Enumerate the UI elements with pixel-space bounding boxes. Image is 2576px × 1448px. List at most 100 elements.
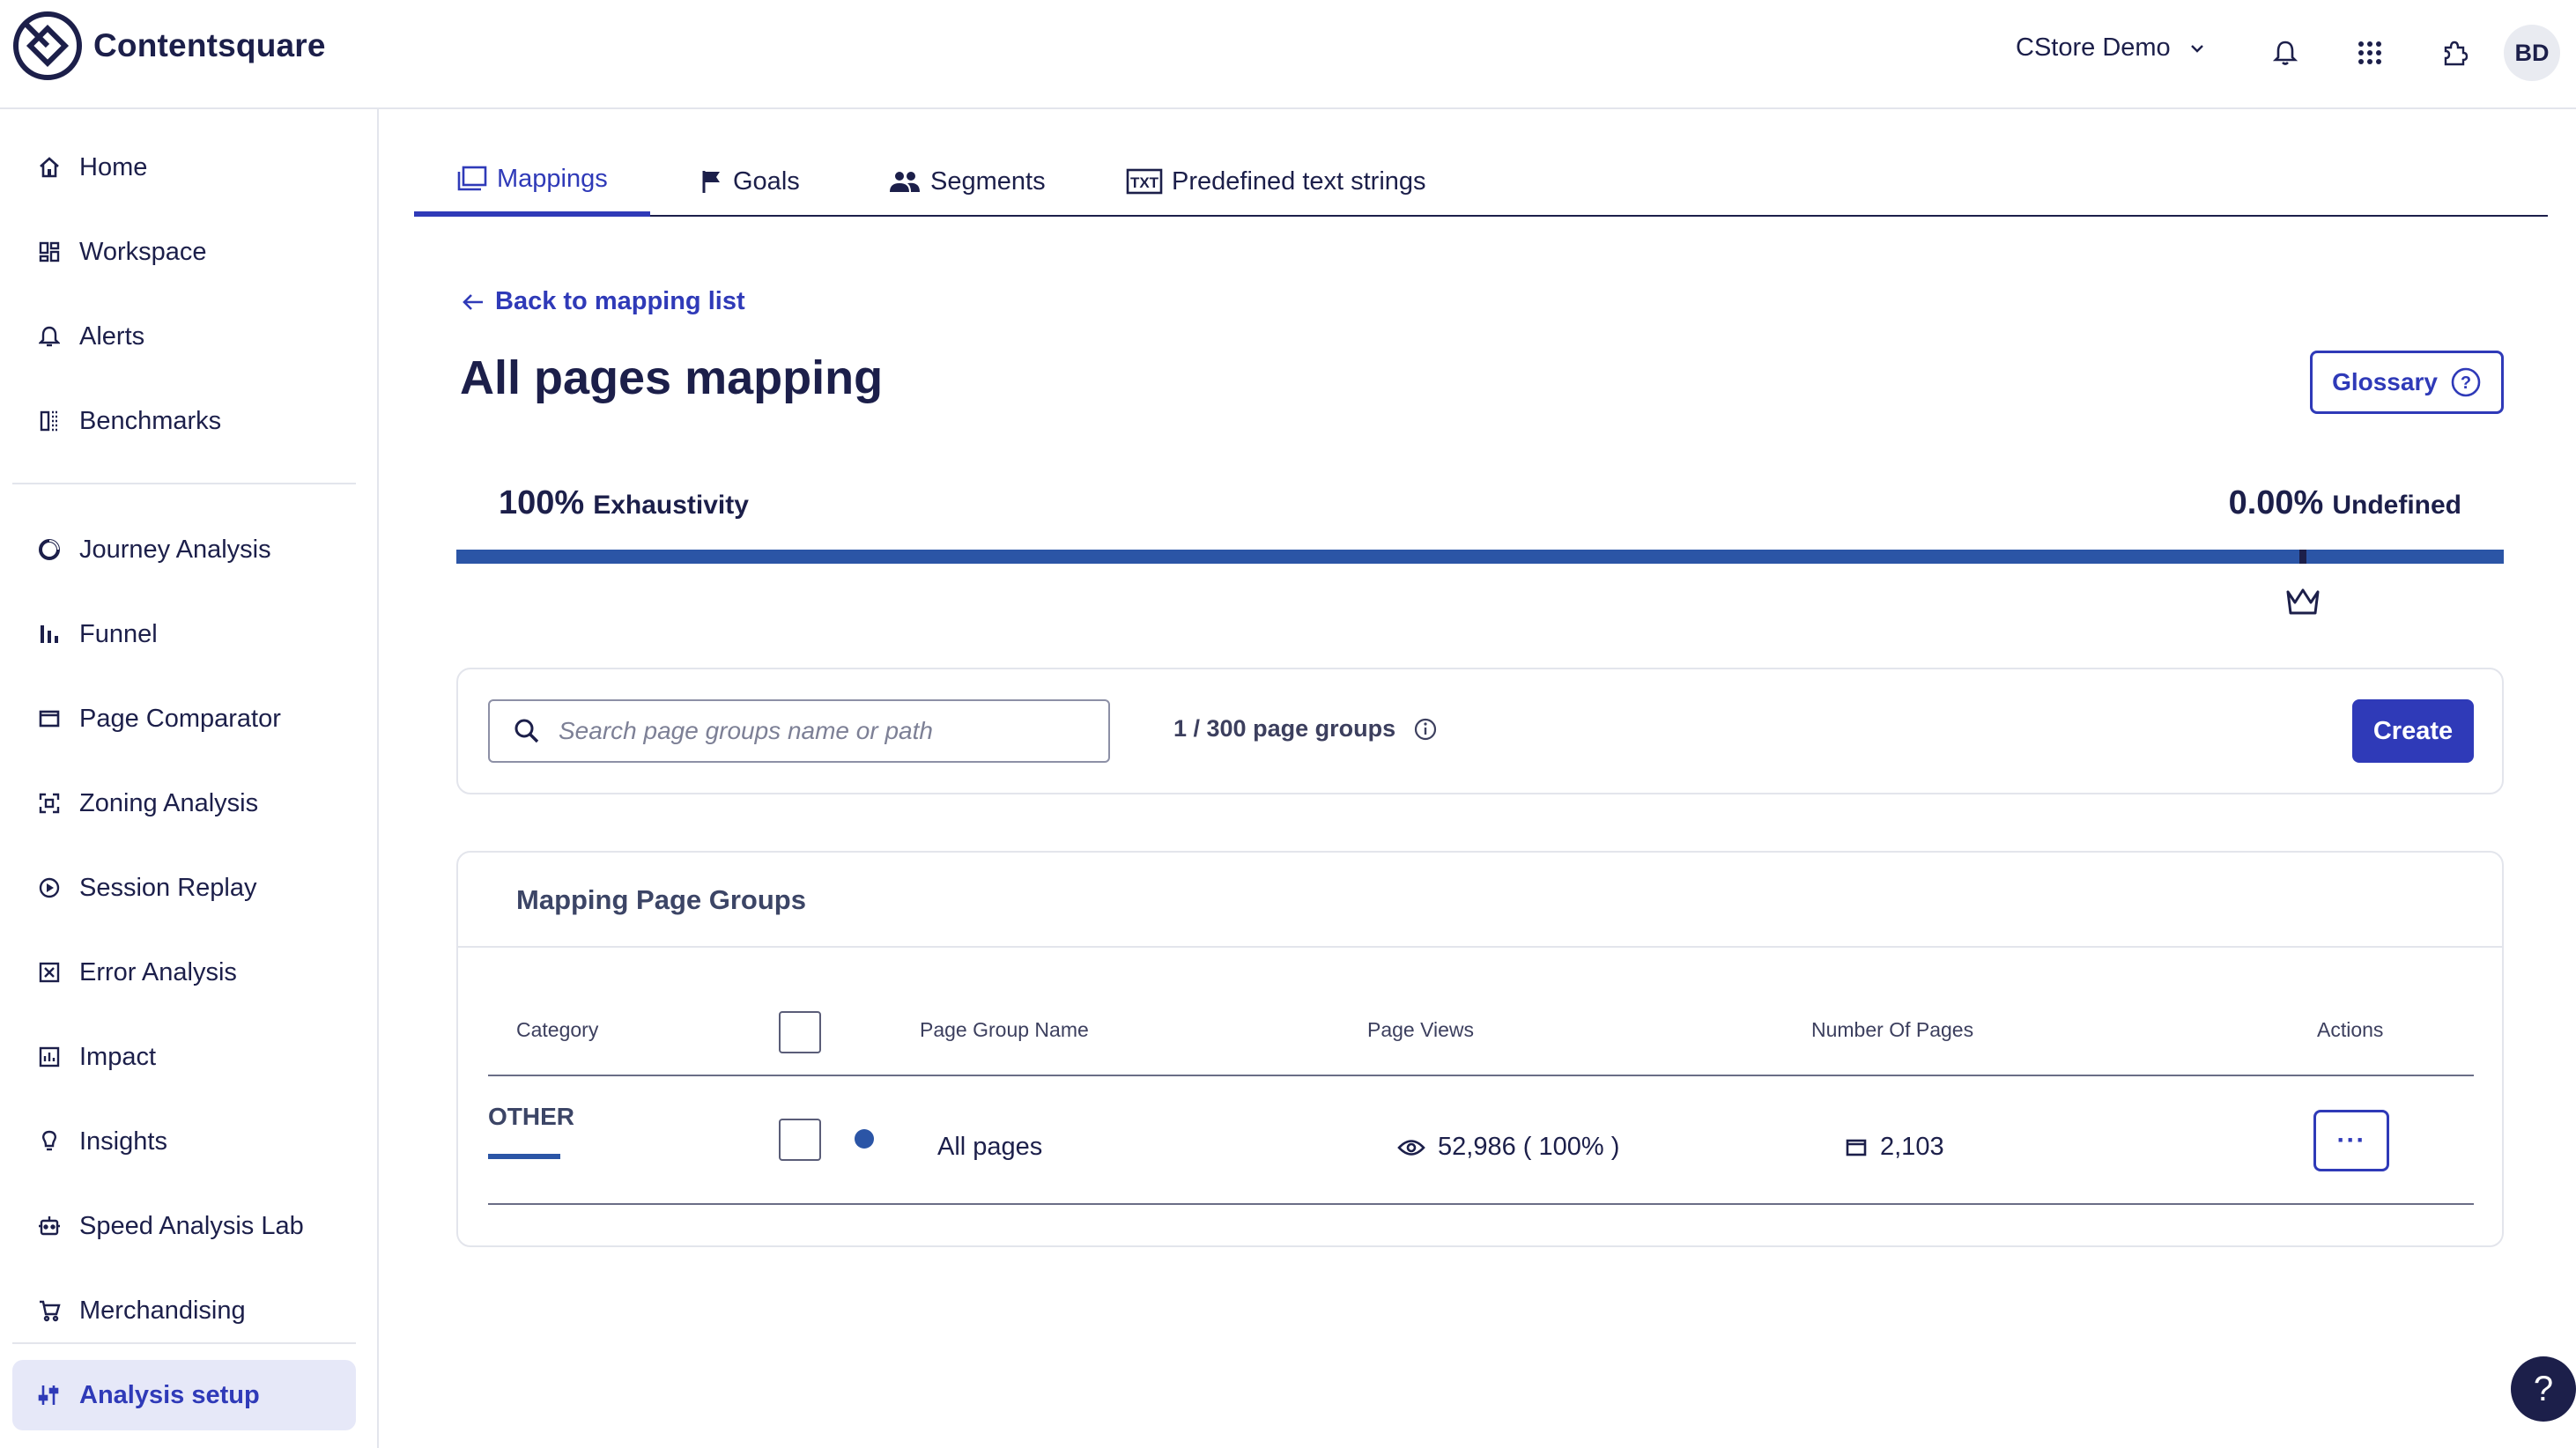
more-actions-button[interactable]: ···	[2313, 1110, 2389, 1171]
flag-icon	[700, 168, 724, 195]
sidebar-item-merchandising[interactable]: Merchandising	[12, 1275, 356, 1346]
info-icon[interactable]	[1413, 717, 1438, 742]
benchmarks-icon	[35, 407, 63, 435]
progress-marker	[2299, 550, 2306, 564]
tab-segments[interactable]: Segments	[888, 146, 1046, 217]
bell-icon[interactable]	[2266, 33, 2305, 72]
mapping-page-groups-card: Mapping Page Groups Category Page Group …	[456, 851, 2504, 1247]
help-button[interactable]: ?	[2511, 1356, 2576, 1422]
people-icon	[888, 169, 922, 194]
sidebar-item-analysis-setup[interactable]: Analysis setup	[12, 1360, 356, 1430]
category-underline	[488, 1154, 560, 1159]
error-icon	[35, 958, 63, 986]
arrow-left-icon	[463, 293, 483, 310]
sidebar-item-benchmarks[interactable]: Benchmarks	[12, 386, 356, 456]
create-button[interactable]: Create	[2352, 699, 2474, 763]
tab-predefined-text-strings[interactable]: TXT Predefined text strings	[1126, 146, 1426, 217]
sidebar-item-workspace[interactable]: Workspace	[12, 217, 356, 287]
tab-mappings[interactable]: Mappings	[414, 146, 650, 217]
txt-icon: TXT	[1126, 168, 1163, 195]
page-title: All pages mapping	[460, 351, 884, 404]
sidebar-item-label: Zoning Analysis	[79, 788, 259, 817]
sidebar-item-label: Impact	[79, 1042, 157, 1071]
sidebar-item-funnel[interactable]: Funnel	[12, 599, 356, 669]
exhaustivity-progress-bar	[456, 550, 2504, 564]
sidebar-item-error-analysis[interactable]: Error Analysis	[12, 937, 356, 1008]
page-icon	[1845, 1137, 1868, 1158]
exhaustivity-value: 100%	[499, 484, 585, 521]
exhaustivity-label: Exhaustivity	[593, 491, 749, 520]
page-group-count-text: 1 / 300 page groups	[1173, 715, 1396, 742]
category-label: OTHER	[488, 1103, 574, 1130]
column-header-page-group-name: Page Group Name	[920, 1018, 1089, 1041]
tab-goals[interactable]: Goals	[700, 146, 800, 217]
glossary-button[interactable]: Glossary ?	[2310, 351, 2504, 414]
page-group-count: 1 / 300 page groups	[1173, 715, 1438, 742]
sidebar-item-insights[interactable]: Insights	[12, 1106, 356, 1177]
page-comparator-icon	[35, 705, 63, 733]
sidebar-item-label: Journey Analysis	[79, 535, 271, 564]
project-selector[interactable]: CStore Demo	[2016, 33, 2206, 63]
sidebar-item-label: Speed Analysis Lab	[79, 1211, 304, 1240]
search-icon	[514, 719, 539, 743]
sidebar-item-journey-analysis[interactable]: Journey Analysis	[12, 514, 356, 585]
avatar[interactable]: BD	[2504, 25, 2560, 81]
number-of-pages-cell: 2,103	[1845, 1133, 1944, 1162]
sidebar-item-label: Merchandising	[79, 1296, 246, 1325]
sidebar-item-label: Page Comparator	[79, 704, 281, 733]
tab-label: Predefined text strings	[1172, 166, 1426, 196]
sidebar-item-speed-analysis-lab[interactable]: Speed Analysis Lab	[12, 1191, 356, 1261]
search-input[interactable]	[559, 717, 1087, 745]
search-field[interactable]	[488, 699, 1110, 763]
glossary-label: Glossary	[2332, 368, 2438, 395]
search-card: 1 / 300 page groups Create	[456, 668, 2504, 794]
select-all-checkbox[interactable]	[779, 1011, 821, 1053]
groups-divider	[458, 946, 2502, 948]
app-logo[interactable]: Contentsquare	[12, 11, 326, 81]
exhaustivity-stat: 100% Exhaustivity	[499, 484, 749, 522]
row-checkbox[interactable]	[779, 1119, 821, 1161]
sidebar-item-label: Funnel	[79, 619, 158, 648]
sidebar-item-label: Benchmarks	[79, 406, 222, 435]
sidebar-divider	[12, 483, 356, 484]
sidebar-item-session-replay[interactable]: Session Replay	[12, 853, 356, 923]
column-header-category: Category	[516, 1018, 599, 1041]
sidebar-item-label: Home	[79, 152, 148, 181]
tab-bar: Mappings Goals Segments TXT Predefined t…	[414, 146, 2548, 217]
undefined-stat: 0.00% Undefined	[2229, 484, 2461, 522]
sidebar-item-label: Alerts	[79, 321, 145, 351]
sidebar-item-label: Insights	[79, 1127, 167, 1156]
svg-text:TXT: TXT	[1130, 174, 1159, 191]
workspace-icon	[35, 238, 63, 266]
sidebar-item-label: Analysis setup	[79, 1380, 260, 1409]
journey-icon	[35, 536, 63, 564]
mappings-icon	[456, 165, 488, 193]
funnel-icon	[35, 620, 63, 648]
sidebar-item-impact[interactable]: Impact	[12, 1022, 356, 1092]
tab-label: Mappings	[497, 164, 608, 193]
apps-grid-icon[interactable]	[2350, 33, 2389, 72]
groups-title: Mapping Page Groups	[516, 884, 806, 915]
home-icon	[35, 153, 63, 181]
status-dot	[855, 1129, 874, 1149]
sidebar-item-home[interactable]: Home	[12, 132, 356, 203]
bell-icon	[35, 322, 63, 351]
sidebar-item-alerts[interactable]: Alerts	[12, 301, 356, 372]
page-group-name[interactable]: All pages	[937, 1133, 1042, 1162]
svg-text:?: ?	[2461, 373, 2471, 393]
contentsquare-logo-icon	[13, 11, 82, 80]
table-row-divider	[488, 1203, 2474, 1205]
page-views-value: 52,986 ( 100% )	[1438, 1133, 1620, 1161]
robot-icon	[35, 1212, 63, 1240]
sidebar-item-zoning-analysis[interactable]: Zoning Analysis	[12, 768, 356, 839]
undefined-value: 0.00%	[2228, 484, 2324, 521]
puzzle-icon[interactable]	[2435, 33, 2474, 72]
app-name: Contentsquare	[93, 27, 326, 63]
sidebar-divider	[12, 1342, 356, 1344]
play-icon	[35, 874, 63, 902]
back-link-label: Back to mapping list	[495, 287, 745, 315]
back-to-mapping-list-link[interactable]: Back to mapping list	[462, 287, 745, 316]
sidebar-item-page-comparator[interactable]: Page Comparator	[12, 683, 356, 754]
exhaustivity-progress-fill	[456, 550, 2504, 564]
sliders-icon	[35, 1381, 63, 1409]
